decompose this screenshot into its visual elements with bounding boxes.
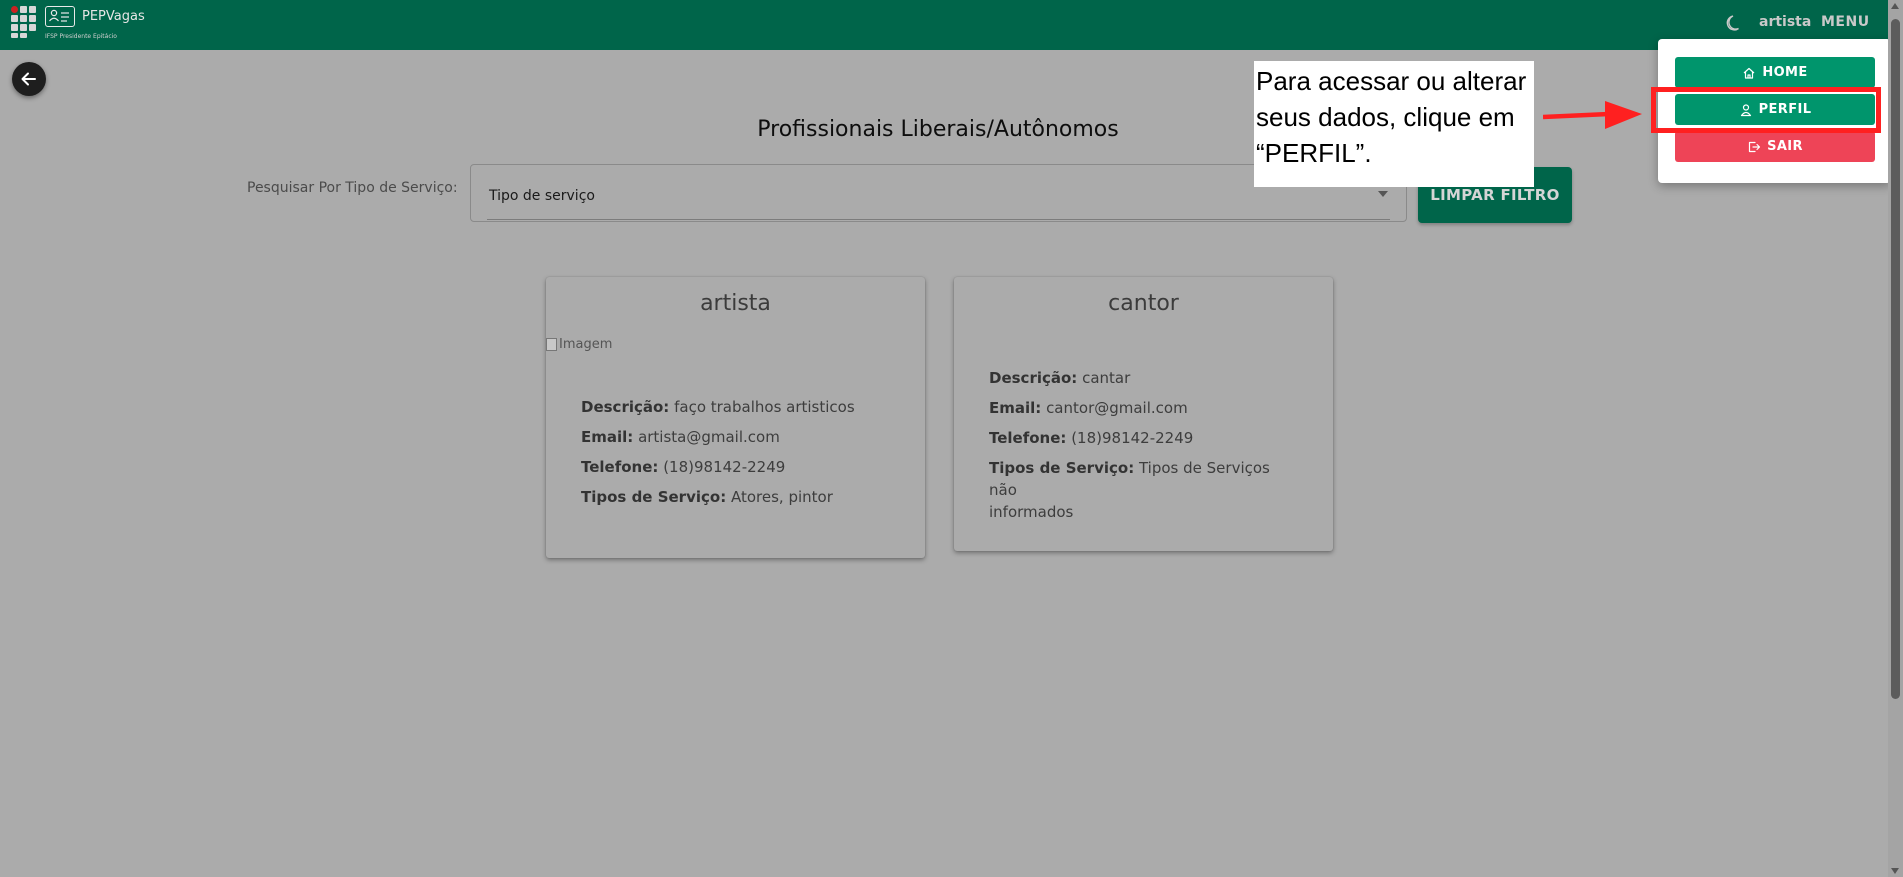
search-label: Pesquisar Por Tipo de Serviço: — [247, 180, 458, 196]
menu-home-button[interactable]: HOME — [1675, 57, 1875, 88]
moon-icon[interactable] — [1725, 13, 1745, 33]
card-title: artista — [700, 291, 771, 316]
back-button[interactable] — [12, 62, 46, 96]
professional-card-artista: artista Imagem Descrição: faço trabalhos… — [546, 277, 925, 558]
scroll-thumb[interactable] — [1891, 19, 1900, 699]
id-card-icon — [45, 6, 75, 27]
logout-icon — [1748, 141, 1761, 152]
image-alt-text: Imagem — [559, 337, 613, 352]
card-phone: Telefone: (18)98142-2249 — [581, 458, 786, 476]
menu-sair-button[interactable]: SAIR — [1675, 131, 1875, 162]
broken-image-icon — [546, 338, 557, 351]
card-service-types: Tipos de Serviço: Atores, pintor — [581, 488, 833, 506]
select-value: Tipo de serviço — [489, 188, 595, 204]
vertical-scrollbar[interactable] — [1888, 0, 1903, 877]
tutorial-annotation-text: Para acessar ou alterar seus dados, cliq… — [1256, 66, 1527, 168]
card-title: cantor — [1108, 291, 1179, 316]
card-description: Descrição: faço trabalhos artisticos — [581, 398, 855, 416]
scroll-down-icon[interactable] — [1891, 868, 1899, 874]
arrow-left-icon — [21, 72, 36, 86]
scroll-up-icon[interactable] — [1891, 3, 1899, 9]
app-subtitle: IFSP Presidente Epitácio — [45, 33, 117, 40]
home-icon — [1743, 67, 1755, 79]
menu-sair-label: SAIR — [1767, 139, 1803, 154]
card-description: Descrição: cantar — [989, 369, 1131, 387]
page-title: Profissionais Liberais/Autônomos — [757, 117, 1119, 142]
card-phone: Telefone: (18)98142-2249 — [989, 429, 1194, 447]
professional-card-cantor: cantor Descrição: cantar Email: cantor@g… — [954, 277, 1333, 551]
card-service-types: Tipos de Serviço: Tipos de Serviços não … — [989, 459, 1270, 521]
ifsp-logo-icon — [11, 6, 39, 38]
tutorial-annotation-box: Para acessar ou alterar seus dados, cliq… — [1254, 61, 1534, 187]
profile-image: Imagem — [546, 337, 612, 352]
app-name[interactable]: PEPVagas — [82, 9, 145, 24]
user-name[interactable]: artista — [1759, 14, 1811, 30]
card-email: Email: cantor@gmail.com — [989, 399, 1188, 417]
chevron-down-icon[interactable] — [1378, 191, 1388, 197]
card-email: Email: artista@gmail.com — [581, 428, 780, 446]
menu-home-label: HOME — [1762, 65, 1808, 80]
select-underline — [487, 219, 1390, 220]
top-app-bar: PEPVagas IFSP Presidente Epitácio artist… — [0, 0, 1903, 50]
arrow-right-icon — [1543, 101, 1642, 129]
menu-button[interactable]: MENU — [1821, 14, 1870, 30]
highlight-rectangle — [1651, 87, 1881, 133]
